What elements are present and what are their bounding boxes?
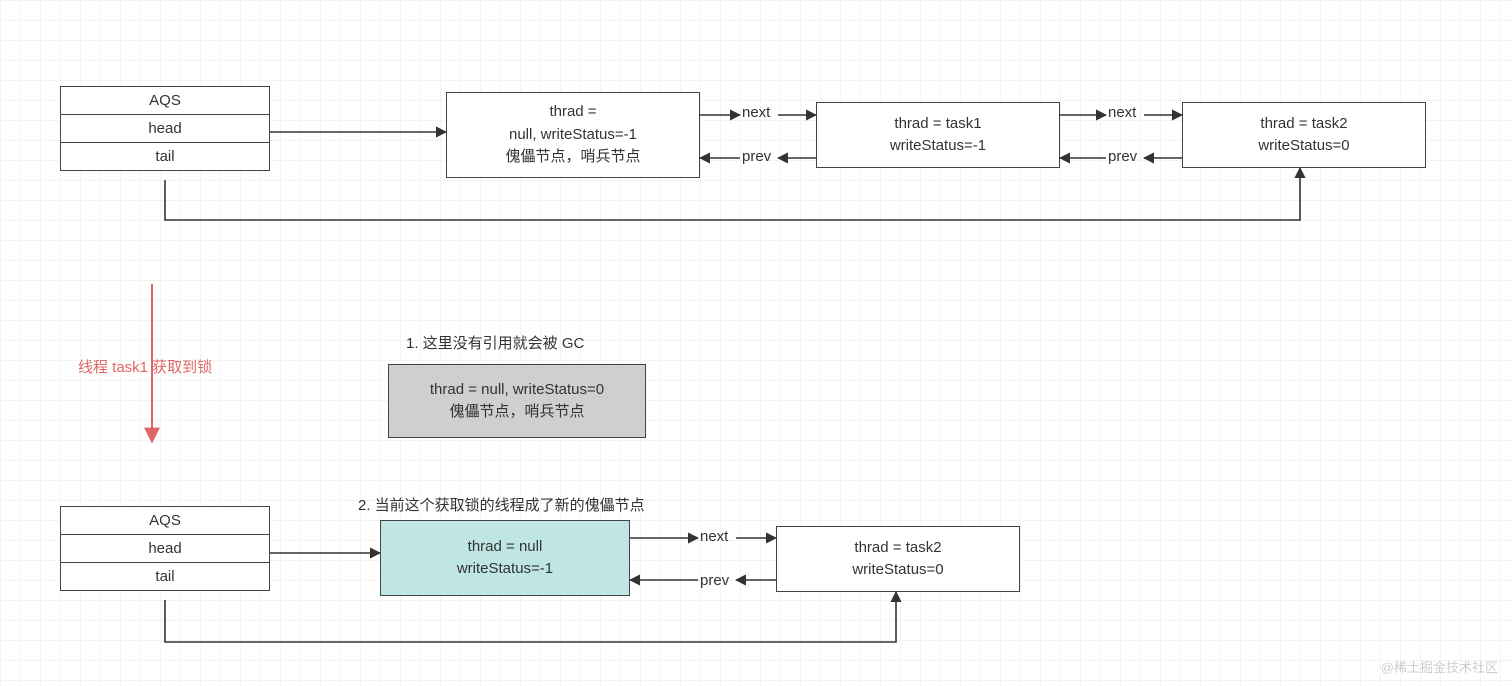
link-next-label-b: next xyxy=(700,528,728,545)
link-next-label-2: next xyxy=(1108,104,1136,121)
task2-line2: writeStatus=0 xyxy=(1258,135,1349,158)
aqs-title: AQS xyxy=(61,87,269,115)
aqs-head-b: head xyxy=(61,535,269,563)
transition-label: 线程 task1 获取到锁 xyxy=(78,356,212,377)
aqs-title-b: AQS xyxy=(61,507,269,535)
task1-line1: thrad = task1 xyxy=(894,113,981,136)
aqs-tail-b: tail xyxy=(61,563,269,590)
task1-node-top: thrad = task1 writeStatus=-1 xyxy=(816,102,1060,168)
task1-line2: writeStatus=-1 xyxy=(890,135,986,158)
task2b-line2: writeStatus=0 xyxy=(852,559,943,582)
new-sentinel-line2: writeStatus=-1 xyxy=(457,558,553,581)
gc-line2: 傀儡节点，哨兵节点 xyxy=(449,401,584,424)
link-prev-label-b: prev xyxy=(700,572,729,589)
sentinel-line2: null, writeStatus=-1 xyxy=(509,124,637,147)
gc-line1: thrad = null, writeStatus=0 xyxy=(430,379,604,402)
aqs-tail: tail xyxy=(61,143,269,170)
aqs-head: head xyxy=(61,115,269,143)
gc-note: 1. 这里没有引用就会被 GC xyxy=(406,332,584,353)
new-sentinel-node: thrad = null writeStatus=-1 xyxy=(380,520,630,596)
aqs-box-top: AQS head tail xyxy=(60,86,270,171)
task2-line1: thrad = task2 xyxy=(1260,113,1347,136)
sentinel-node-top: thrad = null, writeStatus=-1 傀儡节点，哨兵节点 xyxy=(446,92,700,178)
aqs-box-bottom: AQS head tail xyxy=(60,506,270,591)
sentinel-line3: 傀儡节点，哨兵节点 xyxy=(505,146,640,169)
diagram-canvas: AQS head tail thrad = null, writeStatus=… xyxy=(0,0,1512,686)
link-prev-label-2: prev xyxy=(1108,148,1137,165)
task2-node-top: thrad = task2 writeStatus=0 xyxy=(1182,102,1426,168)
gc-node: thrad = null, writeStatus=0 傀儡节点，哨兵节点 xyxy=(388,364,646,438)
sentinel-line1: thrad = xyxy=(549,101,596,124)
link-next-label: next xyxy=(742,104,770,121)
task2-node-bottom: thrad = task2 writeStatus=0 xyxy=(776,526,1020,592)
task2b-line1: thrad = task2 xyxy=(854,537,941,560)
watermark: @稀土掘金技术社区 xyxy=(1381,657,1498,676)
link-prev-label: prev xyxy=(742,148,771,165)
new-sentinel-line1: thrad = null xyxy=(468,536,543,559)
new-sentinel-note: 2. 当前这个获取锁的线程成了新的傀儡节点 xyxy=(358,494,645,515)
